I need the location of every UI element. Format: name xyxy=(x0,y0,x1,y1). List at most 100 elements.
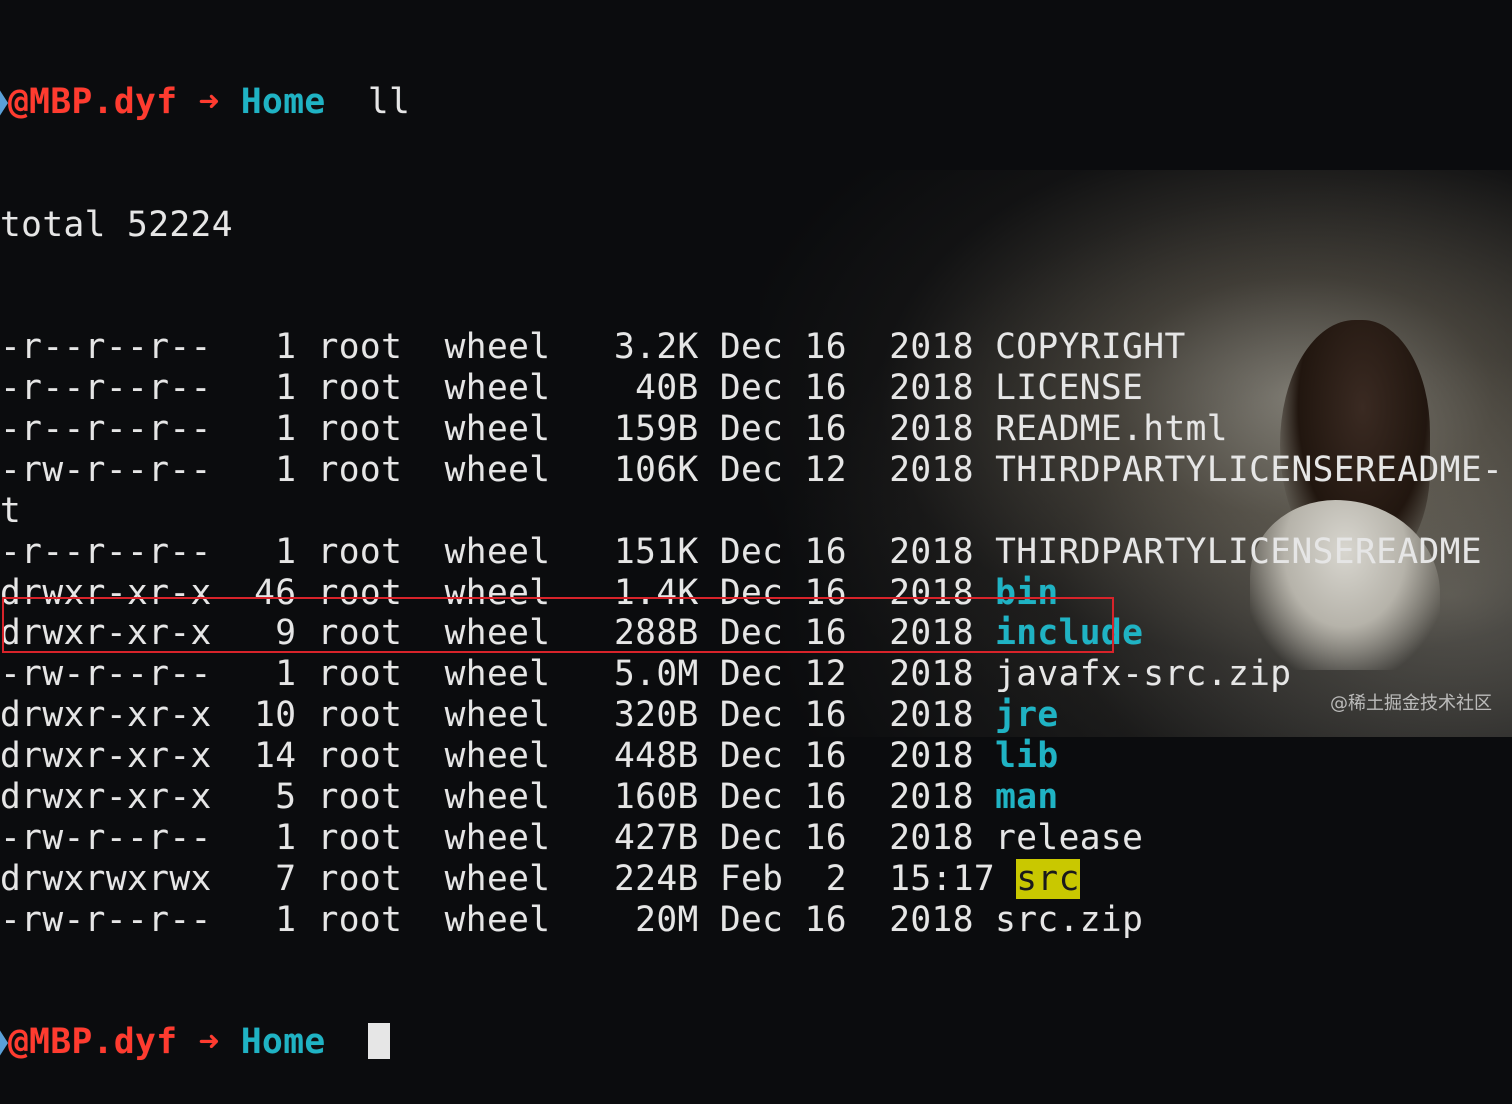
file-size: 3.2K xyxy=(613,327,699,368)
owner: root xyxy=(317,368,403,409)
prompt-line-top: @MBP.dyf ➜ Home ll xyxy=(0,82,1512,123)
date-month: Dec xyxy=(719,368,784,409)
listing-row: drwxr-xr-x 10 root wheel 320B Dec 16 201… xyxy=(0,695,1512,736)
group: wheel xyxy=(444,654,551,695)
prompt-arrow-icon: ➜ xyxy=(198,1022,220,1063)
group: wheel xyxy=(444,409,551,449)
link-count: 10 xyxy=(254,695,297,736)
listing-row: -r--r--r-- 1 root wheel 159B Dec 16 2018… xyxy=(0,409,1512,450)
file-size: 320B xyxy=(613,695,699,736)
date-day: 16 xyxy=(804,613,847,654)
listing-row: -rw-r--r-- 1 root wheel 106K Dec 12 2018… xyxy=(0,450,1512,491)
listing-row: drwxr-xr-x 5 root wheel 160B Dec 16 2018… xyxy=(0,777,1512,818)
date-time: 2018 xyxy=(889,695,974,736)
owner: root xyxy=(317,654,403,695)
file-name[interactable]: THIRDPARTYLICENSEREADME xyxy=(995,532,1482,572)
file-size: 448B xyxy=(613,736,699,777)
link-count: 1 xyxy=(254,409,297,449)
permissions: -r--r--r-- xyxy=(0,531,212,572)
date-month: Dec xyxy=(719,572,784,613)
file-name[interactable]: bin xyxy=(995,573,1059,613)
prompt-chevron-icon xyxy=(0,88,8,117)
prompt-line-bottom: @MBP.dyf ➜ Home xyxy=(0,1022,1512,1063)
listing-row: drwxr-xr-x 9 root wheel 288B Dec 16 2018… xyxy=(0,613,1512,654)
file-name[interactable]: lib xyxy=(995,736,1059,776)
owner: root xyxy=(317,613,403,654)
date-day: 16 xyxy=(804,572,847,613)
link-count: 1 xyxy=(254,817,297,858)
date-time: 2018 xyxy=(889,368,974,409)
date-month: Dec xyxy=(719,327,784,368)
listing-row: drwxrwxrwx 7 root wheel 224B Feb 2 15:17… xyxy=(0,858,1512,900)
file-name[interactable]: src xyxy=(1016,858,1080,899)
total-line: total 52224 xyxy=(0,204,233,245)
permissions: -rw-r--r-- xyxy=(0,899,212,940)
wrapped-line: t xyxy=(0,490,22,531)
file-name[interactable]: README.html xyxy=(995,409,1228,449)
group: wheel xyxy=(444,368,551,409)
link-count: 1 xyxy=(254,368,297,409)
command-text: ll xyxy=(367,81,411,122)
owner: root xyxy=(317,327,403,368)
permissions: -rw-r--r-- xyxy=(0,817,212,858)
date-day: 16 xyxy=(804,368,847,409)
file-size: 288B xyxy=(613,613,699,654)
terminal-output[interactable]: @MBP.dyf ➜ Home ll total 52224 -r--r--r-… xyxy=(0,0,1512,1062)
link-count: 1 xyxy=(254,899,297,940)
prompt-user: @MBP.dyf xyxy=(8,81,178,122)
link-count: 7 xyxy=(254,858,297,899)
text-cursor[interactable] xyxy=(367,1023,390,1060)
listing-row: -rw-r--r-- 1 root wheel 5.0M Dec 12 2018… xyxy=(0,654,1512,695)
listing-row: -r--r--r-- 1 root wheel 3.2K Dec 16 2018… xyxy=(0,327,1512,368)
prompt-dir: Home xyxy=(240,81,326,122)
date-day: 16 xyxy=(804,531,847,572)
file-name[interactable]: man xyxy=(995,777,1059,817)
group: wheel xyxy=(444,858,551,899)
watermark: @稀土掘金技术社区 xyxy=(1330,693,1492,714)
file-name[interactable]: THIRDPARTYLICENSEREADME- xyxy=(995,450,1503,490)
file-name[interactable]: LICENSE xyxy=(995,368,1143,408)
owner: root xyxy=(317,695,403,736)
date-month: Dec xyxy=(719,613,784,654)
permissions: drwxr-xr-x xyxy=(0,736,212,777)
file-name[interactable]: COPYRIGHT xyxy=(995,327,1186,367)
date-month: Feb xyxy=(719,858,784,899)
file-size: 5.0M xyxy=(613,654,699,695)
listing-row: -r--r--r-- 1 root wheel 40B Dec 16 2018 … xyxy=(0,368,1512,409)
file-size: 40B xyxy=(613,368,699,409)
prompt-user: @MBP.dyf xyxy=(8,1022,178,1063)
permissions: drwxr-xr-x xyxy=(0,572,212,613)
file-name[interactable]: include xyxy=(995,613,1143,653)
file-name[interactable]: src.zip xyxy=(995,900,1143,940)
permissions: drwxr-xr-x xyxy=(0,777,212,818)
prompt-chevron-icon xyxy=(0,1029,8,1058)
date-month: Dec xyxy=(719,449,784,490)
date-day: 16 xyxy=(804,409,847,449)
owner: root xyxy=(317,899,403,940)
group: wheel xyxy=(444,777,551,818)
listing-row: drwxr-xr-x 14 root wheel 448B Dec 16 201… xyxy=(0,736,1512,777)
date-time: 2018 xyxy=(889,613,974,654)
owner: root xyxy=(317,572,403,613)
date-month: Dec xyxy=(719,899,784,940)
file-size: 151K xyxy=(613,531,699,572)
file-size: 427B xyxy=(613,817,699,858)
date-day: 16 xyxy=(804,695,847,736)
date-time: 15:17 xyxy=(889,858,996,899)
file-size: 20M xyxy=(613,899,699,940)
date-month: Dec xyxy=(719,695,784,736)
owner: root xyxy=(317,736,403,777)
group: wheel xyxy=(444,817,551,858)
file-name[interactable]: javafx-src.zip xyxy=(995,654,1291,694)
date-time: 2018 xyxy=(889,531,974,572)
date-month: Dec xyxy=(719,817,784,858)
file-name[interactable]: release xyxy=(995,818,1143,858)
date-day: 12 xyxy=(804,654,847,695)
owner: root xyxy=(317,817,403,858)
date-time: 2018 xyxy=(889,654,974,695)
file-name[interactable]: jre xyxy=(995,695,1059,735)
group: wheel xyxy=(444,327,551,368)
permissions: -rw-r--r-- xyxy=(0,654,212,695)
date-time: 2018 xyxy=(889,409,974,449)
group: wheel xyxy=(444,695,551,736)
